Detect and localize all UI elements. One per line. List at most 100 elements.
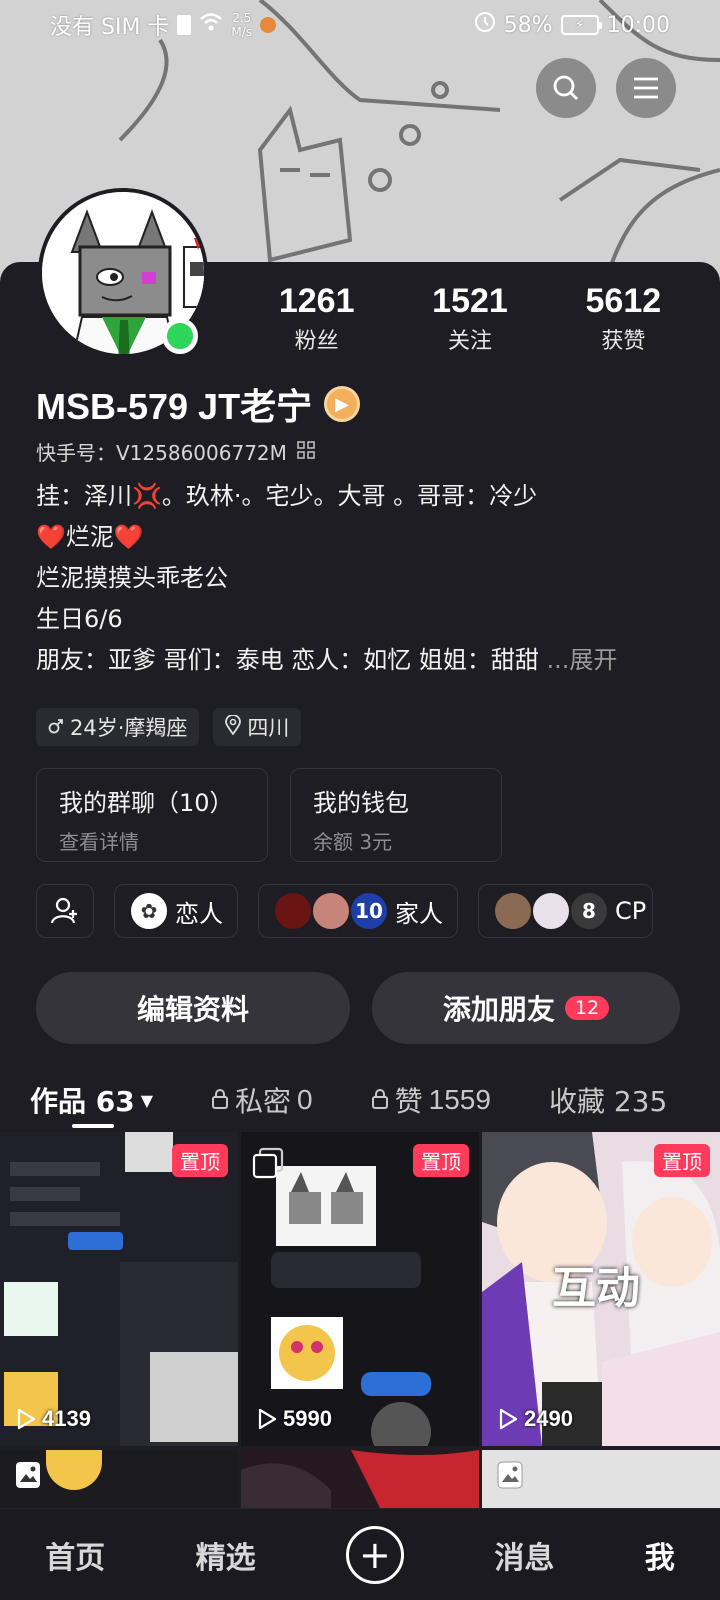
- active-tab-indicator: [72, 1124, 114, 1128]
- search-button[interactable]: [536, 58, 596, 118]
- edit-profile-label: 编辑资料: [136, 993, 249, 1026]
- add-friend-count: 12: [564, 996, 610, 1020]
- bio-line: 生日6/6: [36, 605, 123, 633]
- profile-bio[interactable]: 挂：泽川💢。玖林·。宅少。大哥 。哥哥：冷少 ❤️烂泥❤️ 烂泥摸摸头乖老公 生…: [36, 476, 617, 681]
- video-thumbnail[interactable]: [241, 1450, 479, 1510]
- bio-line: 朋友：亚爹 哥们：泰电 恋人：如忆 姐姐：甜甜 ...展开: [36, 640, 617, 681]
- cp-avatar: [493, 891, 533, 931]
- net-speed-unit: M/s: [231, 25, 253, 39]
- lover-avatar: ✿: [129, 891, 169, 931]
- alarm-icon: [474, 11, 496, 39]
- status-bar: 没有 SIM 卡 2.5 M/s 58% ⚡ 10:00: [0, 0, 720, 50]
- add-friend-label: 添加朋友: [442, 993, 555, 1026]
- video-thumbnail[interactable]: 互动 置顶 2490: [482, 1132, 720, 1446]
- stat-number: 1261: [278, 282, 355, 320]
- stat-followers[interactable]: 1261 粉丝: [240, 282, 393, 355]
- card-title: 我的钱包: [313, 789, 409, 817]
- lover-relation[interactable]: ✿ 恋人: [114, 884, 238, 938]
- pinned-badge: 置顶: [172, 1144, 228, 1177]
- play-count: 5990: [257, 1406, 332, 1432]
- stat-likes[interactable]: 5612 获赞: [547, 282, 700, 355]
- bio-line: 挂：泽川💢。玖林·。宅少。大哥 。哥哥：冷少: [36, 482, 538, 510]
- search-icon: [553, 75, 578, 100]
- pinned-badge: 置顶: [654, 1144, 710, 1177]
- tab-private-label: 私密: [235, 1085, 292, 1118]
- video-overlay-text: 互动: [552, 1263, 640, 1314]
- group-chat-card[interactable]: 我的群聊（10） 查看详情: [36, 768, 268, 862]
- multi-image-icon: [251, 1146, 285, 1184]
- content-tabs: 作品 63 ▼ 私密 0 赞 1559 收藏 235: [0, 1072, 720, 1128]
- tab-works-label: 作品 63: [30, 1085, 135, 1118]
- bio-line: ❤️烂泥❤️: [36, 523, 144, 551]
- add-person-icon: [50, 897, 77, 924]
- family-label: 家人: [395, 899, 443, 928]
- notification-icon: [260, 17, 277, 33]
- video-thumbnail[interactable]: 置顶 4139: [0, 1132, 238, 1446]
- play-icon: [499, 1408, 518, 1430]
- lock-icon: [211, 1084, 229, 1117]
- age-text: 24岁·摩羯座: [70, 716, 188, 740]
- tag-row: 24岁·摩羯座 四川: [36, 708, 302, 746]
- name-row: MSB-579 JT老宁 ▶: [36, 378, 361, 430]
- online-status-dot: [162, 318, 198, 354]
- card-subtitle: 查看详情: [59, 830, 139, 854]
- play-count-value: 2490: [524, 1406, 573, 1431]
- image-icon: [496, 1460, 524, 1494]
- image-icon: [14, 1460, 42, 1494]
- feature-cards: 我的群聊（10） 查看详情 我的钱包 余额 3元: [36, 768, 502, 862]
- tab-likes-count: 1559: [428, 1084, 491, 1115]
- level-badge-icon[interactable]: ▶: [324, 386, 361, 422]
- add-relation-button[interactable]: [36, 884, 94, 938]
- cp-relation[interactable]: 8 CP: [478, 884, 654, 938]
- stat-label: 粉丝: [294, 329, 339, 354]
- pinned-badge: 置顶: [413, 1144, 469, 1177]
- location-pin-icon: [225, 713, 242, 740]
- play-count-value: 5990: [283, 1406, 332, 1431]
- stat-label: 关注: [447, 329, 492, 354]
- tab-likes[interactable]: 赞 1559: [371, 1080, 491, 1120]
- age-tag[interactable]: 24岁·摩羯座: [36, 708, 200, 746]
- create-post-button[interactable]: +: [345, 1525, 404, 1584]
- male-icon: [48, 715, 64, 739]
- kuaishou-id-row[interactable]: 快手号：V12586006772M: [36, 437, 315, 466]
- tab-private-count: 0: [297, 1084, 313, 1115]
- wallet-card[interactable]: 我的钱包 余额 3元: [290, 768, 502, 862]
- stat-label: 获赞: [601, 329, 646, 354]
- status-right: 58% ⚡ 10:00: [474, 11, 670, 39]
- tab-works[interactable]: 作品 63 ▼: [30, 1080, 153, 1120]
- action-row: 编辑资料 添加朋友 12: [36, 972, 680, 1044]
- menu-button[interactable]: [616, 58, 676, 118]
- add-friend-button[interactable]: 添加朋友 12: [372, 972, 680, 1044]
- play-icon: [17, 1408, 36, 1430]
- plus-icon: +: [359, 1532, 391, 1577]
- tab-favorites[interactable]: 收藏 235: [549, 1080, 667, 1120]
- carrier-text: 没有 SIM 卡: [50, 15, 170, 40]
- lock-icon: [371, 1084, 389, 1117]
- edit-profile-button[interactable]: 编辑资料: [36, 972, 350, 1044]
- video-thumbnail[interactable]: 置顶 5990: [241, 1132, 479, 1446]
- nav-messages[interactable]: 消息: [494, 1533, 554, 1577]
- stat-following[interactable]: 1521 关注: [393, 282, 546, 355]
- tab-private[interactable]: 私密 0: [211, 1080, 313, 1120]
- thumbnail-character: [46, 1450, 102, 1490]
- net-speed: 2.5 M/s: [231, 11, 252, 39]
- location-tag[interactable]: 四川: [213, 708, 302, 746]
- expand-link[interactable]: ...展开: [547, 646, 618, 674]
- location-text: 四川: [247, 716, 290, 740]
- video-thumbnail[interactable]: [0, 1450, 238, 1510]
- tab-favorites-label: 收藏 235: [548, 1085, 668, 1118]
- lover-label: 恋人: [175, 899, 223, 928]
- cp-count: 8: [569, 891, 609, 931]
- stats-row: 1261 粉丝 1521 关注 5612 获赞: [240, 282, 700, 355]
- qr-code-icon[interactable]: [297, 440, 315, 464]
- stat-number: 5612: [585, 282, 662, 320]
- cp-avatar: [531, 891, 571, 931]
- nav-featured[interactable]: 精选: [196, 1533, 256, 1577]
- wifi-icon: [199, 12, 223, 38]
- battery-charging-icon: ⚡: [560, 15, 602, 35]
- bottom-navigation: 首页 精选 + 消息 我: [0, 1508, 720, 1600]
- family-relation[interactable]: 10 家人: [258, 884, 458, 938]
- nav-home[interactable]: 首页: [45, 1533, 105, 1577]
- video-thumbnail[interactable]: [482, 1450, 720, 1510]
- nav-me[interactable]: 我: [645, 1533, 675, 1577]
